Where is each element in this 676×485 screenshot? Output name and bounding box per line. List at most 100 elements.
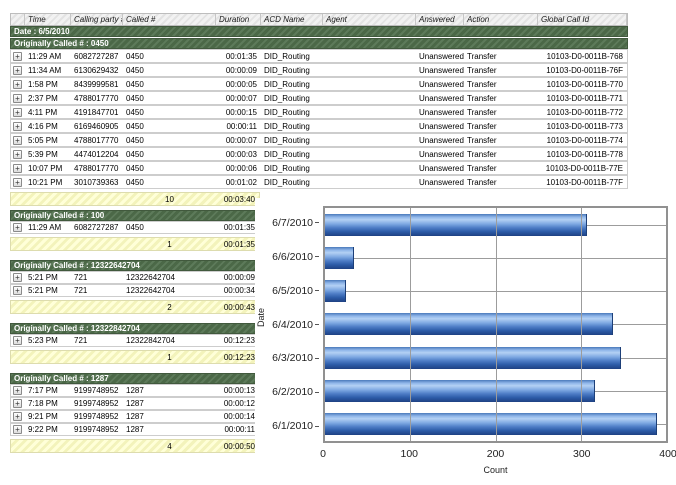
expand-icon[interactable]: +: [13, 108, 22, 117]
table-row[interactable]: +7:18 PM9199748952128700:00:12: [10, 397, 260, 410]
expand-icon[interactable]: +: [13, 136, 22, 145]
table-row[interactable]: +5:05 PM4788017770045000:00:07DID_Routin…: [10, 133, 628, 147]
cell-action: Transfer: [464, 52, 538, 61]
expand-icon[interactable]: +: [13, 386, 22, 395]
column-header-action[interactable]: Action: [464, 14, 538, 25]
table-row[interactable]: +7:17 PM9199748952128700:00:13: [10, 384, 260, 397]
gridline-x-100: [410, 208, 411, 441]
expand-cell: +: [11, 399, 25, 408]
gridline-x-200: [496, 208, 497, 441]
x-axis-tick-label: 200: [487, 448, 505, 460]
chart-bar: [325, 413, 657, 435]
cell-acd: DID_Routing: [261, 150, 323, 159]
cell-calling: 4788017770: [71, 94, 123, 103]
column-header-answered[interactable]: Answered: [416, 14, 464, 25]
expand-cell: +: [11, 66, 25, 75]
cell-calling: 6082727287: [71, 223, 123, 232]
cell-duration: 00:01:35: [216, 223, 259, 232]
table-row[interactable]: +9:21 PM9199748952128700:00:14: [10, 410, 260, 423]
table-row[interactable]: +11:29 AM6082727287045000:01:35: [10, 221, 260, 234]
chart-bar: [325, 214, 587, 236]
expand-cell: +: [11, 273, 25, 282]
expand-icon[interactable]: +: [13, 66, 22, 75]
expand-cell: +: [11, 150, 25, 159]
expand-icon[interactable]: +: [13, 80, 22, 89]
y-axis-label-row: 6/3/2010: [255, 341, 319, 375]
expand-icon[interactable]: +: [13, 223, 22, 232]
cell-time: 5:39 PM: [25, 150, 71, 159]
cell-answered: Unanswered: [416, 52, 464, 61]
table-row[interactable]: +1:58 PM8439999581045000:00:05DID_Routin…: [10, 77, 628, 91]
expand-icon[interactable]: +: [13, 150, 22, 159]
table-row[interactable]: +9:22 PM9199748952128700:00:11: [10, 423, 260, 436]
expand-cell: +: [11, 52, 25, 61]
expand-icon[interactable]: +: [13, 122, 22, 131]
expand-icon[interactable]: +: [13, 399, 22, 408]
expand-icon[interactable]: +: [13, 94, 22, 103]
expand-icon[interactable]: +: [13, 412, 22, 421]
cell-answered: Unanswered: [416, 66, 464, 75]
table-row[interactable]: +10:07 PM4788017770045000:00:06DID_Routi…: [10, 161, 628, 175]
expand-cell: +: [11, 223, 25, 232]
column-header-acd[interactable]: ACD Name: [261, 14, 323, 25]
y-axis-label-row: 6/2/2010: [255, 375, 319, 409]
table-row[interactable]: +2:37 PM4788017770045000:00:07DID_Routin…: [10, 91, 628, 105]
group-header: Originally Called # : 0450: [10, 38, 628, 49]
cell-gcid: 10103-D0-0011B-770: [538, 80, 627, 89]
expand-icon[interactable]: +: [13, 286, 22, 295]
x-axis-tick-label: 100: [400, 448, 418, 460]
cell-acd: DID_Routing: [261, 136, 323, 145]
expand-icon[interactable]: +: [13, 52, 22, 61]
table-row[interactable]: +11:29 AM6082727287045000:01:35DID_Routi…: [10, 49, 628, 63]
table-row[interactable]: +4:16 PM6169460905045000:00:11DID_Routin…: [10, 119, 628, 133]
expand-icon[interactable]: +: [13, 273, 22, 282]
group-header: Originally Called # : 100: [10, 210, 260, 221]
cell-called: 1287: [123, 386, 216, 395]
y-axis-label-row: 6/5/2010: [255, 274, 319, 308]
cell-calling: 4191847701: [71, 108, 123, 117]
cell-answered: Unanswered: [416, 94, 464, 103]
column-header-calling[interactable]: Calling party #: [71, 14, 123, 25]
table-row[interactable]: +5:21 PM7211232264270400:00:34: [10, 284, 260, 297]
cell-gcid: 10103-D0-0011B-771: [538, 94, 627, 103]
table-row[interactable]: +10:21 PM3010739363045000:01:02DID_Routi…: [10, 175, 628, 189]
expand-cell: +: [11, 386, 25, 395]
expand-icon[interactable]: +: [13, 178, 22, 187]
cell-time: 5:21 PM: [25, 286, 71, 295]
cell-action: Transfer: [464, 122, 538, 131]
y-axis-tick-label: 6/5/2010: [272, 285, 313, 297]
cell-time: 4:16 PM: [25, 122, 71, 131]
expand-cell: +: [11, 164, 25, 173]
column-header-called[interactable]: Called #: [123, 14, 216, 25]
y-axis-label-row: 6/7/2010: [255, 206, 319, 240]
call-report-screen: TimeCalling party #Called #DurationACD N…: [0, 0, 676, 485]
chart-bar: [325, 313, 613, 335]
cell-time: 2:37 PM: [25, 94, 71, 103]
cell-duration: 00:12:23: [216, 336, 259, 345]
expand-icon[interactable]: +: [13, 336, 22, 345]
cell-time: 7:18 PM: [25, 399, 71, 408]
cell-time: 1:58 PM: [25, 80, 71, 89]
y-axis-tick-mark: [315, 222, 319, 223]
table-header-row: TimeCalling party #Called #DurationACD N…: [10, 13, 628, 26]
cell-duration: 00:01:35: [216, 52, 261, 61]
cell-calling: 6082727287: [71, 52, 123, 61]
y-axis-tick-label: 6/1/2010: [272, 420, 313, 432]
table-row[interactable]: +5:23 PM7211232284270400:12:23: [10, 334, 260, 347]
expand-icon[interactable]: +: [13, 164, 22, 173]
column-header-agent[interactable]: Agent: [323, 14, 416, 25]
y-axis-label-row: 6/4/2010: [255, 308, 319, 342]
cell-acd: DID_Routing: [261, 164, 323, 173]
cell-time: 5:21 PM: [25, 273, 71, 282]
column-header-duration[interactable]: Duration: [216, 14, 261, 25]
table-row[interactable]: +5:21 PM7211232264270400:00:09: [10, 271, 260, 284]
column-header-time[interactable]: Time: [25, 14, 71, 25]
cell-gcid: 10103-D0-0011B-76F: [538, 66, 627, 75]
column-header-expand[interactable]: [11, 14, 25, 25]
cell-acd: DID_Routing: [261, 122, 323, 131]
column-header-gcid[interactable]: Global Call Id: [538, 14, 627, 25]
table-row[interactable]: +11:34 AM6130629432045000:00:09DID_Routi…: [10, 63, 628, 77]
table-row[interactable]: +4:11 PM4191847701045000:00:15DID_Routin…: [10, 105, 628, 119]
table-row[interactable]: +5:39 PM4474012204045000:00:03DID_Routin…: [10, 147, 628, 161]
expand-icon[interactable]: +: [13, 425, 22, 434]
